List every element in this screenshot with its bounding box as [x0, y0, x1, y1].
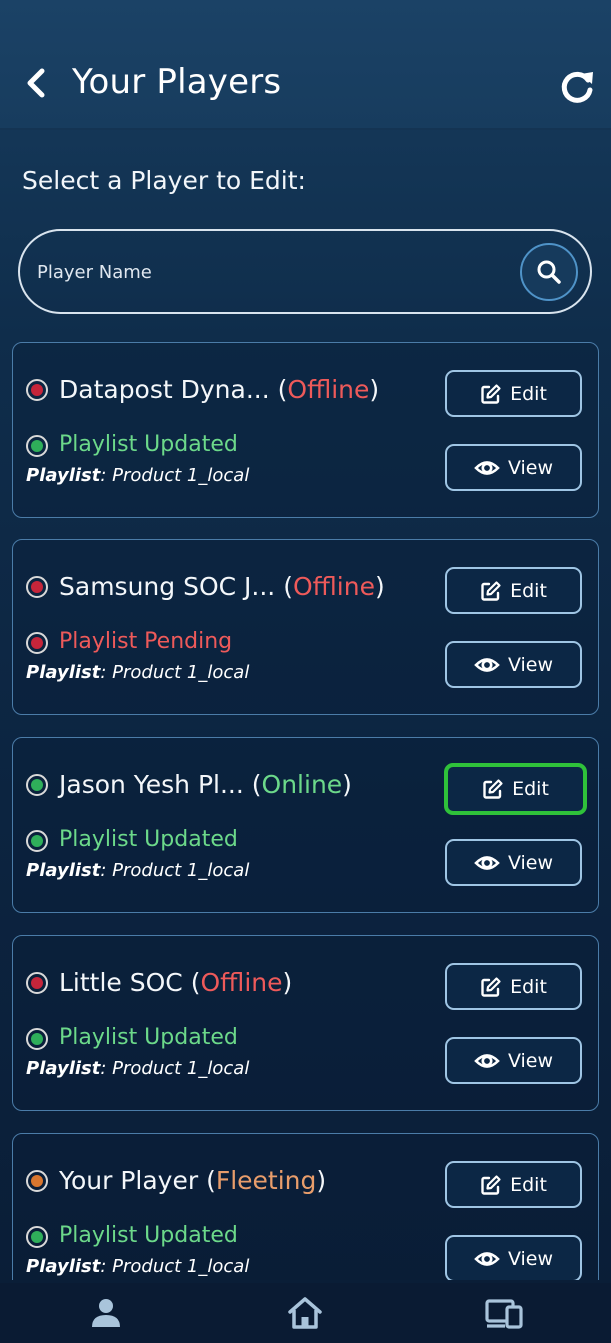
player-name: Little SOC	[59, 968, 183, 997]
status-dot-icon	[26, 774, 48, 796]
home-icon[interactable]	[285, 1295, 325, 1331]
player-name: Datapost Dyna...	[59, 375, 270, 404]
profile-icon[interactable]	[86, 1295, 126, 1331]
playlist-info: Playlist: Product 1_local	[26, 1256, 249, 1277]
playlist-name: : Product 1_local	[100, 662, 250, 683]
edit-label: Edit	[510, 382, 547, 405]
view-button[interactable]: View	[445, 1235, 582, 1280]
status-dot-icon	[26, 379, 48, 401]
view-label: View	[507, 851, 554, 874]
edit-button[interactable]: Edit	[445, 1161, 582, 1208]
playlist-info: Playlist: Product 1_local	[26, 860, 249, 881]
player-title: Jason Yesh Pl... (Online)	[59, 770, 352, 799]
eye-icon	[474, 1251, 500, 1266]
devices-icon[interactable]	[484, 1295, 524, 1331]
status-dot-icon	[26, 972, 48, 994]
edit-label: Edit	[510, 579, 547, 602]
playlist-info: Playlist: Product 1_local	[26, 1058, 249, 1079]
playlist-label: Playlist	[26, 860, 101, 881]
player-title: Datapost Dyna... (Offline)	[59, 375, 380, 404]
player-list: Datapost Dyna... (Offline) Playlist Upda…	[0, 340, 611, 1280]
search-input[interactable]	[37, 253, 517, 291]
edit-button[interactable]: Edit	[445, 370, 582, 417]
playlist-dot-icon	[26, 435, 48, 457]
player-name: Your Player	[59, 1166, 199, 1195]
edit-button[interactable]: Edit	[445, 963, 582, 1010]
player-name: Jason Yesh Pl...	[59, 770, 244, 799]
page-title: Your Players	[72, 62, 282, 102]
playlist-status: Playlist Updated	[59, 827, 238, 852]
app-header: Your Players	[0, 0, 611, 130]
view-label: View	[507, 1247, 554, 1270]
edit-button[interactable]: Edit	[445, 567, 582, 614]
player-card: Jason Yesh Pl... (Online) Playlist Updat…	[12, 737, 599, 913]
player-card: Datapost Dyna... (Offline) Playlist Upda…	[12, 342, 599, 518]
view-button[interactable]: View	[445, 641, 582, 688]
edit-icon	[481, 580, 501, 601]
player-card: Samsung SOC J... (Offline) Playlist Pend…	[12, 539, 599, 715]
search-button[interactable]	[520, 243, 578, 301]
view-button[interactable]: View	[445, 444, 582, 491]
eye-icon	[474, 657, 500, 672]
playlist-dot-icon	[26, 1226, 48, 1248]
chevron-left-icon[interactable]	[22, 66, 52, 100]
eye-icon	[474, 1053, 500, 1068]
status-dot-icon	[26, 1170, 48, 1192]
player-title: Little SOC (Offline)	[59, 968, 293, 997]
player-name: Samsung SOC J...	[59, 572, 276, 601]
player-title: Your Player (Fleeting)	[59, 1166, 327, 1195]
view-label: View	[507, 1049, 554, 1072]
playlist-dot-icon	[26, 632, 48, 654]
player-title: Samsung SOC J... (Offline)	[59, 572, 385, 601]
view-button[interactable]: View	[445, 839, 582, 886]
search-bar	[18, 229, 592, 314]
status-dot-icon	[26, 576, 48, 598]
playlist-name: : Product 1_local	[100, 1256, 250, 1277]
player-card: Little SOC (Offline) Playlist Updated Pl…	[12, 935, 599, 1111]
playlist-label: Playlist	[26, 662, 101, 683]
refresh-icon[interactable]	[558, 68, 596, 106]
section-label: Select a Player to Edit:	[22, 166, 306, 195]
edit-button-highlighted[interactable]: Edit	[444, 763, 587, 815]
edit-icon	[483, 779, 503, 799]
playlist-name: : Product 1_local	[100, 1058, 250, 1079]
playlist-status: Playlist Pending	[59, 629, 233, 654]
eye-icon	[474, 460, 500, 475]
view-label: View	[507, 456, 554, 479]
player-status: Fleeting	[215, 1166, 317, 1195]
edit-icon	[481, 976, 501, 997]
edit-label: Edit	[510, 975, 547, 998]
edit-icon	[481, 383, 501, 404]
playlist-name: : Product 1_local	[100, 465, 250, 486]
player-status: Online	[261, 770, 343, 799]
search-icon	[537, 260, 561, 284]
view-button[interactable]: View	[445, 1037, 582, 1084]
playlist-label: Playlist	[26, 1256, 101, 1277]
view-label: View	[507, 653, 554, 676]
playlist-dot-icon	[26, 1028, 48, 1050]
playlist-label: Playlist	[26, 1058, 101, 1079]
playlist-info: Playlist: Product 1_local	[26, 662, 249, 683]
edit-label: Edit	[512, 778, 549, 800]
player-status: Offline	[200, 968, 283, 997]
player-status: Offline	[287, 375, 370, 404]
playlist-status: Playlist Updated	[59, 432, 238, 457]
playlist-status: Playlist Updated	[59, 1025, 238, 1050]
player-card: Your Player (Fleeting) Playlist Updated …	[12, 1133, 599, 1280]
edit-label: Edit	[510, 1173, 547, 1196]
playlist-status: Playlist Updated	[59, 1223, 238, 1248]
playlist-name: : Product 1_local	[100, 860, 250, 881]
eye-icon	[474, 855, 500, 870]
bottom-nav	[0, 1283, 611, 1343]
edit-icon	[481, 1174, 501, 1195]
playlist-label: Playlist	[26, 465, 101, 486]
playlist-info: Playlist: Product 1_local	[26, 465, 249, 486]
player-status: Offline	[292, 572, 375, 601]
playlist-dot-icon	[26, 830, 48, 852]
